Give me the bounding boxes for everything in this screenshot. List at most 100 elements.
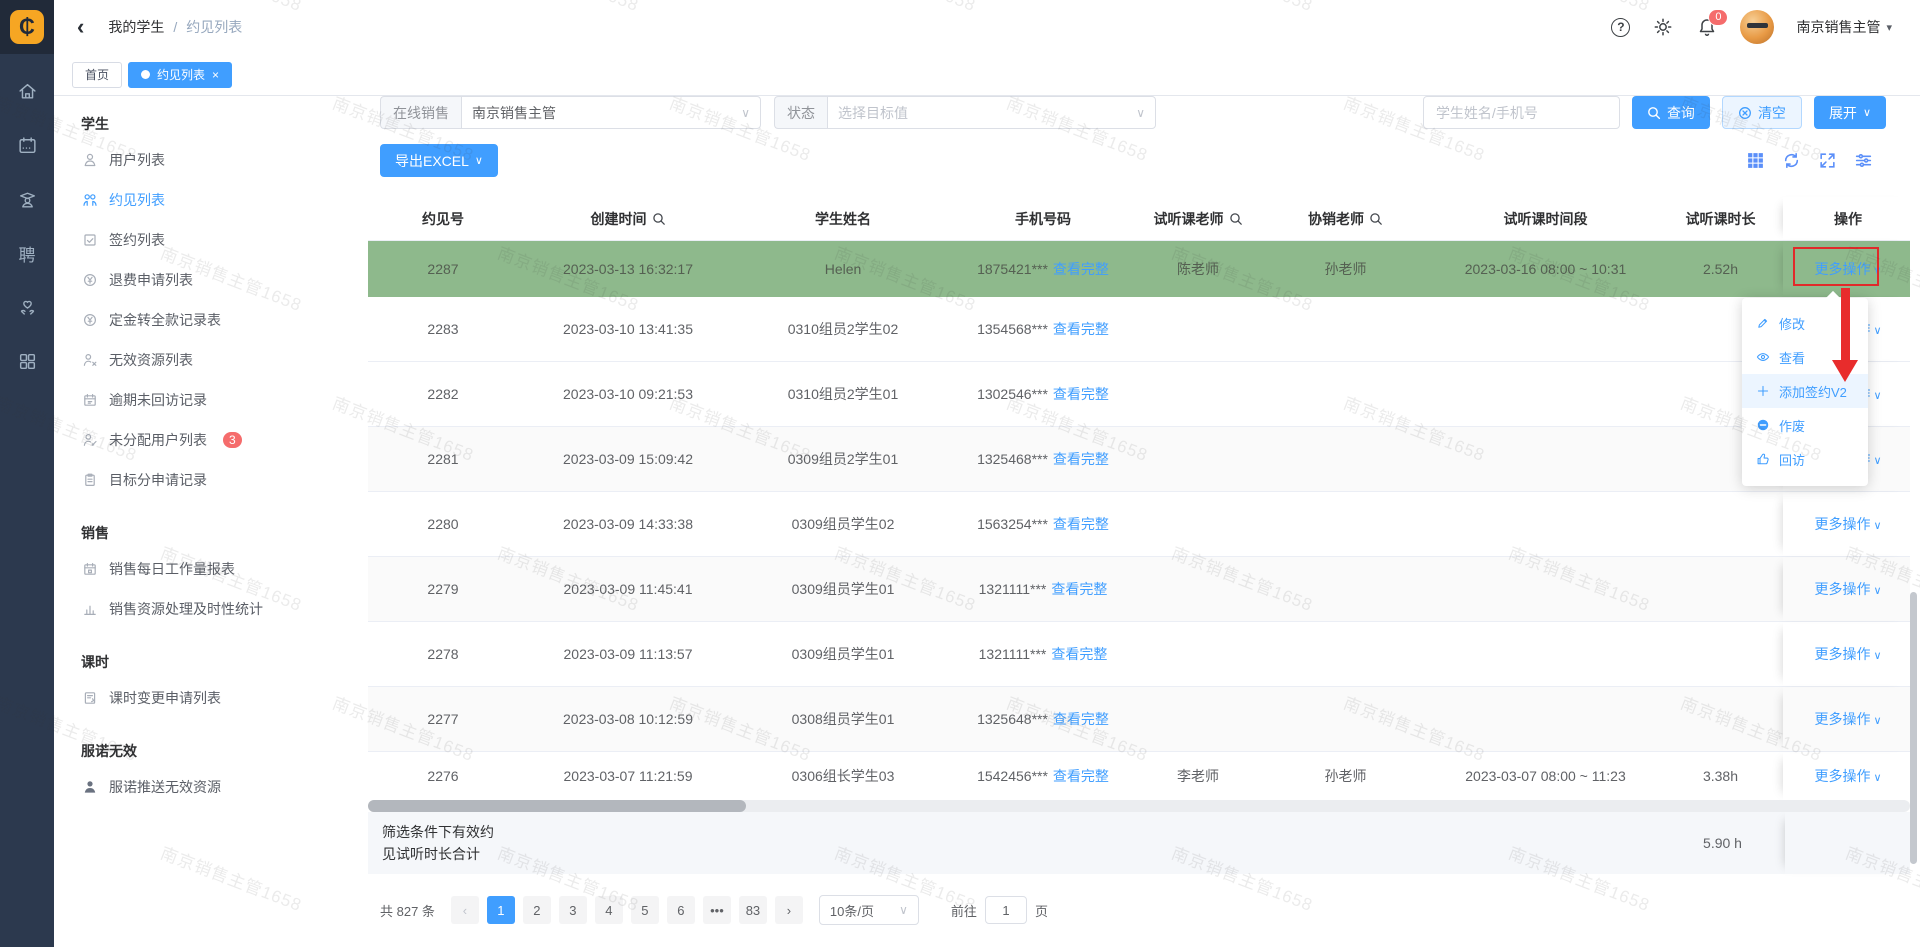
sidebar-item[interactable]: 未分配用户列表 3 — [81, 420, 368, 460]
sidebar-item[interactable]: 逾期未回访记录 — [81, 380, 368, 420]
cell-created-time: 2023-03-07 11:21:59 — [518, 752, 738, 800]
sidebar-item[interactable]: 约见列表 — [81, 180, 368, 220]
more-actions-link[interactable]: 更多操作∨ — [1814, 709, 1881, 729]
tab-meeting-list[interactable]: 约见列表 × — [128, 62, 232, 88]
more-actions-link[interactable]: 更多操作∨ — [1814, 644, 1881, 664]
calendar-icon[interactable] — [16, 134, 38, 156]
summary-row: 筛选条件下有效约 见试听时长合计 5.90 h — [368, 812, 1910, 874]
sidebar-item[interactable]: 定金转全款记录表 — [81, 300, 368, 340]
column-header[interactable]: 协销老师 — [1258, 197, 1433, 240]
more-actions-link[interactable]: 更多操作∨ — [1814, 259, 1881, 279]
vertical-scrollbar[interactable] — [1910, 592, 1917, 864]
view-full-phone-link[interactable]: 查看完整 — [1053, 709, 1109, 729]
cell-assist-teacher: 孙老师 — [1258, 752, 1433, 800]
help-icon[interactable]: ? — [1611, 18, 1630, 37]
close-icon[interactable]: × — [212, 69, 219, 81]
menu-item[interactable]: 添加签约V2 — [1742, 374, 1868, 408]
heart-hands-icon[interactable] — [16, 296, 38, 318]
page-button[interactable]: 4 — [595, 896, 623, 924]
tab-home[interactable]: 首页 — [72, 62, 122, 88]
avatar[interactable] — [1740, 10, 1774, 44]
sidebar-section: 销售 销售每日工作量报表 销售资源处理及时性统计 — [81, 517, 368, 629]
view-full-phone-link[interactable]: 查看完整 — [1053, 449, 1109, 469]
menu-item[interactable]: 修改 — [1742, 306, 1868, 340]
refresh-icon[interactable] — [1782, 151, 1801, 170]
page-button[interactable]: 5 — [631, 896, 659, 924]
query-button[interactable]: 查询 — [1632, 96, 1710, 129]
view-full-phone-link[interactable]: 查看完整 — [1053, 384, 1109, 404]
page-button[interactable]: 3 — [559, 896, 587, 924]
scrollbar-thumb[interactable] — [368, 800, 746, 812]
sidebar-item[interactable]: 退费申请列表 — [81, 260, 368, 300]
target-icon — [81, 472, 98, 489]
menu-item[interactable]: 查看 — [1742, 340, 1868, 374]
view-full-phone-link[interactable]: 查看完整 — [1053, 514, 1109, 534]
next-page-button[interactable]: › — [775, 896, 803, 924]
cell-trial-duration — [1658, 557, 1783, 621]
clear-button[interactable]: 清空 — [1722, 96, 1802, 129]
grid-view-icon[interactable] — [1746, 151, 1765, 170]
page-button[interactable]: 1 — [487, 896, 515, 924]
prev-page-button[interactable]: ‹ — [451, 896, 479, 924]
sidebar-item[interactable]: 课时变更申请列表 — [81, 678, 368, 718]
view-full-phone-link[interactable]: 查看完整 — [1051, 644, 1107, 664]
horizontal-scrollbar[interactable] — [368, 800, 1910, 812]
column-header[interactable]: 创建时间 — [518, 197, 738, 240]
page-button[interactable]: 6 — [667, 896, 695, 924]
cell-listen-teacher — [1138, 622, 1258, 686]
breadcrumb-parent[interactable]: 我的学生 — [108, 17, 164, 37]
menu-item[interactable]: 作废 — [1742, 408, 1868, 442]
search-input[interactable] — [1423, 96, 1620, 129]
sidebar-item[interactable]: 服诺推送无效资源 — [81, 767, 368, 807]
sidebar-item[interactable]: 目标分申请记录 — [81, 460, 368, 500]
chevron-down-icon: ∨ — [1863, 106, 1871, 119]
notifications-bell-icon[interactable]: 0 — [1696, 16, 1718, 38]
column-header[interactable]: 试听课老师 — [1138, 197, 1258, 240]
status-select[interactable]: 选择目标值 ∨ — [827, 96, 1156, 129]
sidebar-item[interactable]: 无效资源列表 — [81, 340, 368, 380]
view-full-phone-link[interactable]: 查看完整 — [1053, 766, 1109, 786]
student-icon[interactable] — [16, 188, 38, 210]
menu-item[interactable]: 回访 — [1742, 442, 1868, 476]
view-full-phone-link[interactable]: 查看完整 — [1051, 579, 1107, 599]
apps-grid-icon[interactable] — [16, 350, 38, 372]
cell-trial-period: 2023-03-16 08:00 ~ 10:31 — [1433, 241, 1658, 296]
back-button[interactable]: ‹ — [77, 16, 84, 38]
export-excel-button[interactable]: 导出EXCEL ∨ — [380, 144, 498, 177]
cell-meeting-id: 2276 — [368, 752, 518, 800]
count-badge: 3 — [223, 432, 242, 448]
sidebar-item[interactable]: 销售每日工作量报表 — [81, 549, 368, 589]
sidebar-section: 课时 课时变更申请列表 — [81, 646, 368, 718]
home-icon[interactable] — [16, 80, 38, 102]
sidebar-item[interactable]: 签约列表 — [81, 220, 368, 260]
expand-button[interactable]: 展开 ∨ — [1814, 96, 1886, 129]
settings-gear-icon[interactable] — [1652, 16, 1674, 38]
sidebar-item-label: 定金转全款记录表 — [109, 310, 221, 330]
user-menu[interactable]: 南京销售主管 ▾ — [1796, 17, 1892, 37]
more-actions-link[interactable]: 更多操作∨ — [1814, 514, 1881, 534]
more-actions-link[interactable]: 更多操作∨ — [1814, 579, 1881, 599]
hire-icon[interactable]: 聘 — [16, 242, 38, 264]
goto-page-input[interactable] — [985, 896, 1027, 924]
sidebar-item-label: 未分配用户列表 — [109, 430, 207, 450]
more-actions-link[interactable]: 更多操作∨ — [1814, 766, 1881, 786]
search-icon[interactable] — [652, 212, 666, 226]
sidebar-item[interactable]: 销售资源处理及时性统计 — [81, 589, 368, 629]
page-button[interactable]: 83 — [739, 896, 767, 924]
search-icon[interactable] — [1229, 212, 1243, 226]
page-button[interactable]: 2 — [523, 896, 551, 924]
view-full-phone-link[interactable]: 查看完整 — [1053, 259, 1109, 279]
page-button[interactable]: ••• — [703, 896, 731, 924]
view-full-phone-link[interactable]: 查看完整 — [1053, 319, 1109, 339]
cell-phone: 1321111***查看完整 — [948, 557, 1138, 621]
app-logo[interactable]: ₵ — [0, 0, 54, 54]
cell-student-name: 0310组员2学生02 — [738, 297, 948, 361]
filter-bar: 在线销售 南京销售主管 ∨ 状态 选择目标值 ∨ 查询 — [368, 96, 1920, 129]
online-sales-select[interactable]: 南京销售主管 ∨ — [461, 96, 761, 129]
fullscreen-icon[interactable] — [1818, 151, 1837, 170]
sidebar-item[interactable]: 用户列表 — [81, 140, 368, 180]
page-size-select[interactable]: 10条/页 ∨ — [819, 895, 919, 925]
search-icon[interactable] — [1369, 212, 1383, 226]
cell-phone: 1321111***查看完整 — [948, 622, 1138, 686]
column-filter-icon[interactable] — [1854, 151, 1873, 170]
